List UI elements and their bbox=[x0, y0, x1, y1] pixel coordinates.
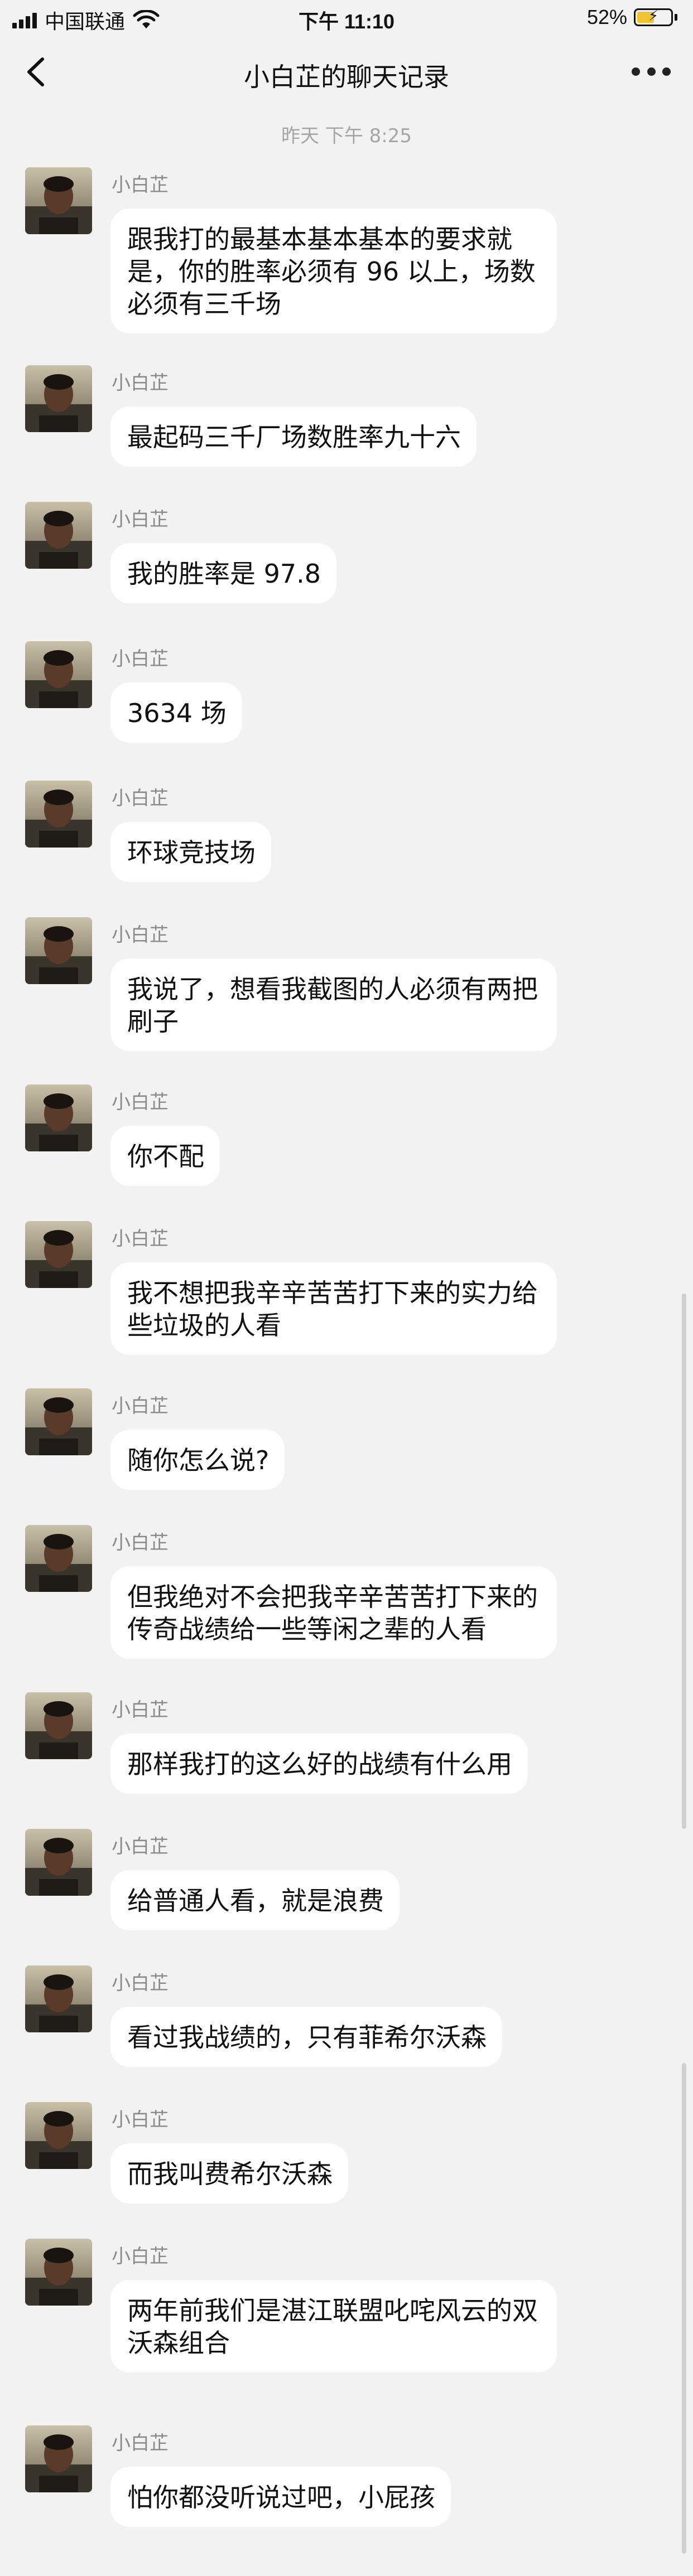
message-bubble[interactable]: 那样我打的这么好的战绩有什么用 bbox=[110, 1734, 528, 1794]
sender-name: 小白芷 bbox=[112, 509, 169, 531]
avatar[interactable] bbox=[25, 781, 92, 848]
sender-name: 小白芷 bbox=[112, 2432, 169, 2454]
avatar[interactable] bbox=[25, 1829, 92, 1896]
status-right: 52% ⚡ bbox=[587, 6, 677, 29]
message-bubble[interactable]: 最起码三千厂场数胜率九十六 bbox=[110, 406, 477, 467]
message-bubble[interactable]: 跟我打的最基本基本基本的要求就是，你的胜率必须有 96 以上，场数必须有三千场 bbox=[110, 209, 557, 333]
sender-name: 小白芷 bbox=[112, 1091, 169, 1113]
message-bubble[interactable]: 而我叫费希尔沃森 bbox=[110, 2143, 348, 2204]
message-bubble[interactable]: 怕你都没听说过吧，小屁孩 bbox=[110, 2467, 451, 2527]
battery-icon: ⚡ bbox=[634, 7, 673, 26]
avatar[interactable] bbox=[25, 365, 92, 432]
scrollbar[interactable] bbox=[682, 1294, 686, 1829]
message-bubble[interactable]: 我说了，想看我截图的人必须有两把刷子 bbox=[110, 958, 557, 1051]
message-bubble[interactable]: 环球竞技场 bbox=[110, 822, 271, 882]
page-title: 小白芷的聊天记录 bbox=[244, 62, 449, 92]
sender-name: 小白芷 bbox=[112, 648, 169, 670]
message-bubble[interactable]: 看过我战绩的，只有菲希尔沃森 bbox=[110, 2007, 502, 2067]
sender-name: 小白芷 bbox=[112, 924, 169, 946]
avatar[interactable] bbox=[25, 502, 92, 569]
sender-name: 小白芷 bbox=[112, 1836, 169, 1858]
more-dot bbox=[647, 67, 656, 76]
sender-name: 小白芷 bbox=[112, 1699, 169, 1721]
avatar[interactable] bbox=[25, 2425, 92, 2492]
status-bar: 中国联通 下午 11:10 52% ⚡ bbox=[0, 0, 693, 37]
timestamp: 昨天 下午 8:25 bbox=[281, 125, 412, 147]
sender-name: 小白芷 bbox=[112, 174, 169, 196]
message-bubble[interactable]: 随你怎么说? bbox=[110, 1430, 285, 1490]
sender-name: 小白芷 bbox=[112, 2245, 169, 2268]
more-dot bbox=[662, 67, 671, 76]
message-bubble[interactable]: 但我绝对不会把我辛辛苦苦打下来的传奇战绩给一些等闲之辈的人看 bbox=[110, 1566, 557, 1659]
avatar[interactable] bbox=[25, 1692, 92, 1759]
message-bubble[interactable]: 你不配 bbox=[110, 1126, 220, 1186]
nav-bar: 小白芷的聊天记录 bbox=[0, 37, 693, 106]
message-bubble[interactable]: 我的胜率是 97.8 bbox=[110, 543, 337, 603]
sender-name: 小白芷 bbox=[112, 1395, 169, 1417]
sender-name: 小白芷 bbox=[112, 1228, 169, 1250]
message-bubble[interactable]: 给普通人看，就是浪费 bbox=[110, 1870, 400, 1930]
sender-name: 小白芷 bbox=[112, 372, 169, 394]
avatar[interactable] bbox=[25, 2102, 92, 2169]
avatar[interactable] bbox=[25, 2239, 92, 2306]
avatar[interactable] bbox=[25, 1525, 92, 1592]
more-dots-icon bbox=[632, 67, 640, 76]
avatar[interactable] bbox=[25, 917, 92, 984]
message-bubble[interactable]: 3634 场 bbox=[110, 682, 242, 743]
avatar[interactable] bbox=[25, 1221, 92, 1288]
avatar[interactable] bbox=[25, 1388, 92, 1455]
charging-bolt-icon: ⚡ bbox=[648, 7, 659, 24]
more-button[interactable] bbox=[632, 61, 671, 81]
message-bubble[interactable]: 我不想把我辛辛苦苦打下来的实力给些垃圾的人看 bbox=[110, 1262, 557, 1355]
sender-name: 小白芷 bbox=[112, 787, 169, 810]
avatar[interactable] bbox=[25, 1084, 92, 1151]
message-bubble[interactable]: 两年前我们是湛江联盟叱咤风云的双沃森组合 bbox=[110, 2280, 557, 2372]
avatar[interactable] bbox=[25, 1965, 92, 2032]
sender-name: 小白芷 bbox=[112, 2109, 169, 2131]
avatar[interactable] bbox=[25, 641, 92, 708]
battery-percent: 52% bbox=[586, 6, 627, 28]
sender-name: 小白芷 bbox=[112, 1532, 169, 1554]
battery-cap bbox=[675, 14, 677, 21]
scrollbar-secondary[interactable] bbox=[682, 2063, 686, 2554]
sender-name: 小白芷 bbox=[112, 1972, 169, 1994]
avatar[interactable] bbox=[25, 167, 92, 234]
